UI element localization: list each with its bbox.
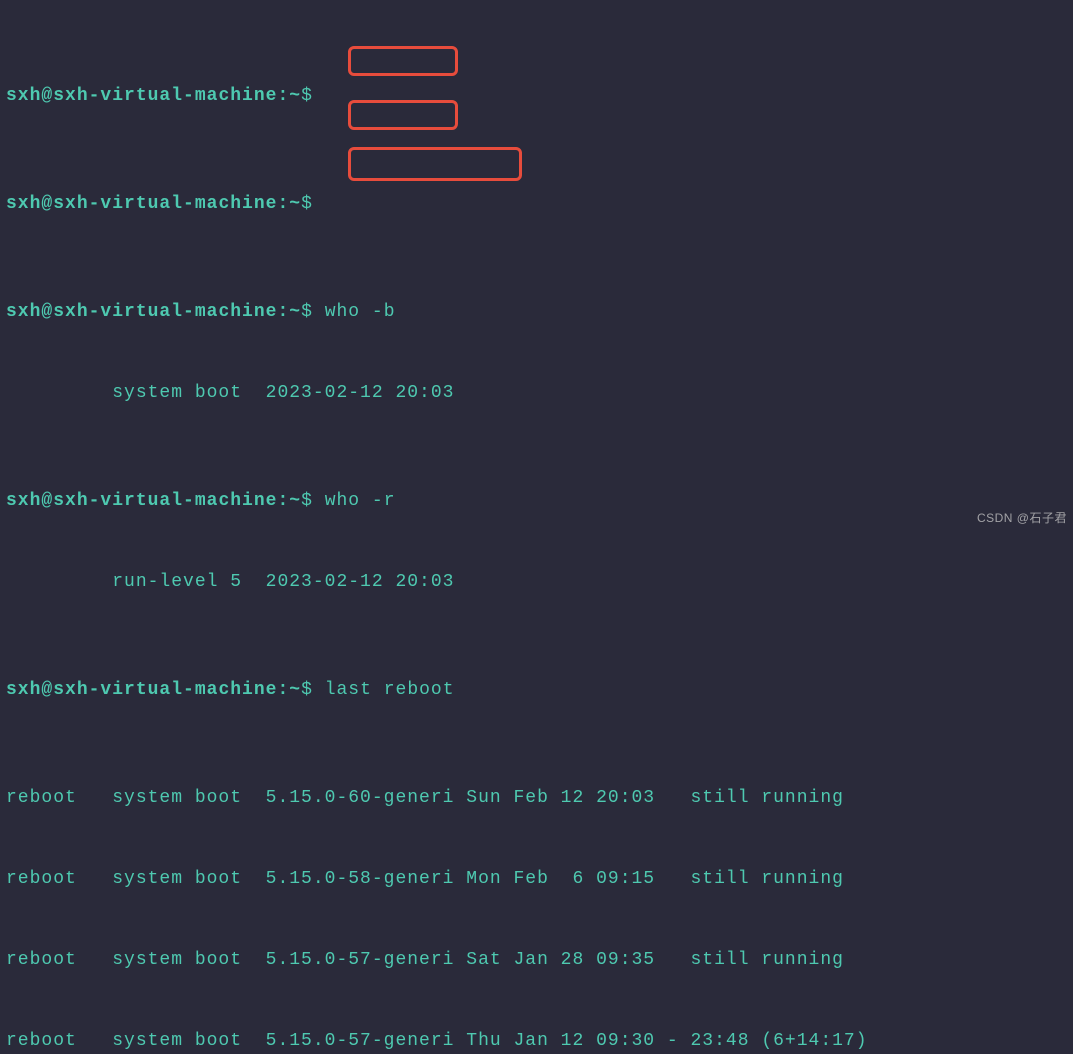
prompt-line: sxh@sxh-virtual-machine:~$ (6, 83, 1067, 110)
prompt-line: sxh@sxh-virtual-machine:~$ (6, 191, 1067, 218)
prompt-user: sxh (6, 86, 41, 106)
output-who-r: run-level 5 2023-02-12 20:03 (6, 569, 1067, 596)
prompt-symbol: $ (301, 86, 313, 106)
terminal-output[interactable]: sxh@sxh-virtual-machine:~$ sxh@sxh-virtu… (6, 2, 1067, 1054)
prompt-host: sxh-virtual-machine (53, 86, 277, 106)
prompt-line: sxh@sxh-virtual-machine:~$ last reboot (6, 677, 1067, 704)
reboot-row: reboot system boot 5.15.0-57-generi Sat … (6, 947, 1067, 974)
reboot-row: reboot system boot 5.15.0-58-generi Mon … (6, 866, 1067, 893)
watermark: CSDN @石子君 (977, 509, 1067, 527)
command-who-b: who -b (325, 302, 396, 322)
prompt-line: sxh@sxh-virtual-machine:~$ who -r (6, 488, 1067, 515)
reboot-row: reboot system boot 5.15.0-60-generi Sun … (6, 785, 1067, 812)
prompt-path: ~ (289, 86, 301, 106)
command-who-r: who -r (325, 491, 396, 511)
prompt-line: sxh@sxh-virtual-machine:~$ who -b (6, 299, 1067, 326)
output-who-b: system boot 2023-02-12 20:03 (6, 380, 1067, 407)
reboot-row: reboot system boot 5.15.0-57-generi Thu … (6, 1028, 1067, 1054)
command-last-reboot: last reboot (325, 680, 455, 700)
